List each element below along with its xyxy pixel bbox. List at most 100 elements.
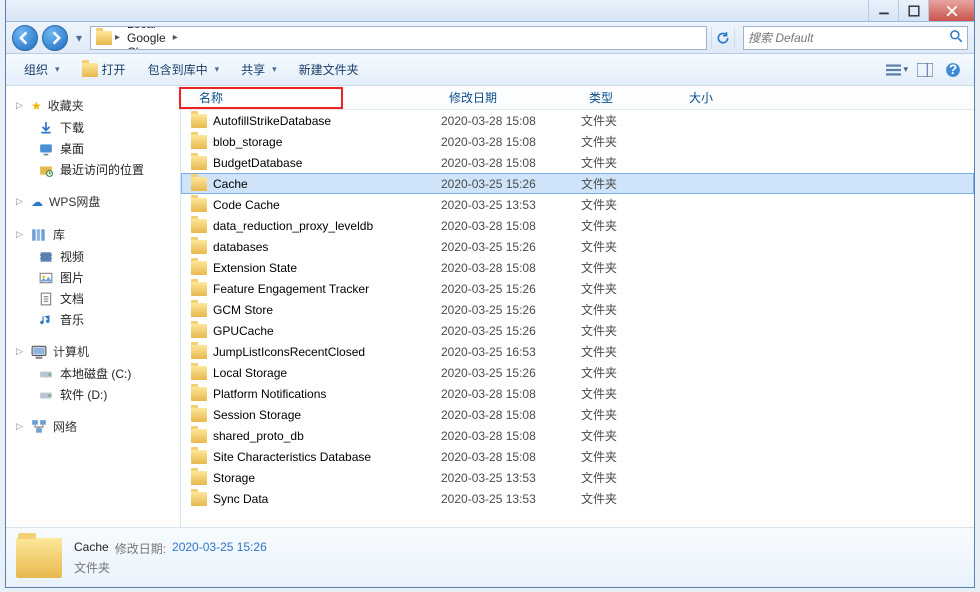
sidebar-network[interactable]: ▷网络 (6, 415, 180, 438)
column-type[interactable]: 类型 (581, 89, 681, 106)
preview-pane-icon[interactable] (914, 59, 936, 81)
sidebar-item[interactable]: 最近访问的位置 (34, 159, 180, 180)
table-row[interactable]: Code Cache2020-03-25 13:53文件夹 (181, 194, 974, 215)
table-row[interactable]: Cache2020-03-25 15:26文件夹 (181, 173, 974, 194)
search-icon[interactable] (949, 29, 963, 46)
body: ▷★收藏夹 下载桌面最近访问的位置 ▷☁WPS网盘 ▷库 视频图片文档音乐 ▷计… (6, 86, 974, 527)
table-row[interactable]: Extension State2020-03-28 15:08文件夹 (181, 257, 974, 278)
sidebar-item[interactable]: 桌面 (34, 138, 180, 159)
file-date: 2020-03-28 15:08 (441, 408, 581, 422)
organize-button[interactable]: 组织 (16, 58, 68, 81)
sidebar-item[interactable]: 音乐 (34, 309, 180, 330)
table-row[interactable]: data_reduction_proxy_leveldb2020-03-28 1… (181, 215, 974, 236)
folder-icon (191, 428, 207, 444)
sidebar-wps[interactable]: ▷☁WPS网盘 (6, 190, 180, 213)
sidebar-item[interactable]: 视频 (34, 246, 180, 267)
file-name: Feature Engagement Tracker (213, 282, 369, 296)
minimize-button[interactable] (868, 0, 898, 21)
sidebar-item[interactable]: 本地磁盘 (C:) (34, 363, 180, 384)
sidebar-libraries-header[interactable]: ▷库 (6, 223, 180, 246)
recent-icon (38, 162, 54, 178)
sidebar-item[interactable]: 软件 (D:) (34, 384, 180, 405)
folder-icon (191, 344, 207, 360)
sidebar-item[interactable]: 文档 (34, 288, 180, 309)
details-type: 文件夹 (74, 559, 110, 576)
breadcrumb-segment[interactable]: Chrome (122, 45, 175, 50)
details-mod-label: 修改日期: (115, 540, 166, 557)
file-name: Cache (213, 177, 248, 191)
table-row[interactable]: Session Storage2020-03-28 15:08文件夹 (181, 404, 974, 425)
address-bar: ▾ ▸ Administrator▸AppData▸Local▸Google▸C… (6, 22, 974, 54)
chevron-right-icon[interactable]: ▸ (113, 32, 122, 43)
table-row[interactable]: JumpListIconsRecentClosed2020-03-25 16:5… (181, 341, 974, 362)
forward-button[interactable] (42, 25, 68, 51)
table-row[interactable]: Feature Engagement Tracker 2020-03-25 15:… (181, 278, 974, 299)
table-row[interactable]: shared_proto_db2020-03-28 15:08文件夹 (181, 425, 974, 446)
file-type: 文件夹 (581, 154, 681, 171)
file-rows[interactable]: AutofillStrikeDatabase2020-03-28 15:08文件… (181, 110, 974, 527)
table-row[interactable]: AutofillStrikeDatabase2020-03-28 15:08文件… (181, 110, 974, 131)
library-icon (31, 227, 47, 243)
table-row[interactable]: Storage2020-03-25 13:53文件夹 (181, 467, 974, 488)
back-button[interactable] (12, 25, 38, 51)
sidebar-favorites-header[interactable]: ▷★收藏夹 (6, 94, 180, 117)
file-name: databases (213, 240, 268, 254)
search-box[interactable] (743, 26, 968, 50)
table-row[interactable]: Site Characteristics Database2020-03-28 … (181, 446, 974, 467)
table-row[interactable]: GPUCache2020-03-25 15:26文件夹 (181, 320, 974, 341)
file-type: 文件夹 (581, 133, 681, 150)
open-icon (82, 62, 98, 78)
breadcrumb[interactable]: ▸ Administrator▸AppData▸Local▸Google▸Chr… (90, 26, 707, 50)
file-date: 2020-03-25 15:26 (441, 240, 581, 254)
folder-icon (191, 449, 207, 465)
new-folder-button[interactable]: 新建文件夹 (291, 58, 367, 81)
sidebar-wps-label: WPS网盘 (49, 193, 100, 210)
navigation-pane[interactable]: ▷★收藏夹 下载桌面最近访问的位置 ▷☁WPS网盘 ▷库 视频图片文档音乐 ▷计… (6, 86, 181, 527)
table-row[interactable]: BudgetDatabase2020-03-28 15:08文件夹 (181, 152, 974, 173)
sidebar-computer-header[interactable]: ▷计算机 (6, 340, 180, 363)
file-date: 2020-03-28 15:08 (441, 261, 581, 275)
view-options-icon[interactable]: ▾ (886, 59, 908, 81)
close-button[interactable] (928, 0, 974, 21)
maximize-button[interactable] (898, 0, 928, 21)
table-row[interactable]: Sync Data2020-03-25 13:53文件夹 (181, 488, 974, 509)
refresh-button[interactable] (711, 27, 735, 49)
table-row[interactable]: GCM Store2020-03-25 15:26文件夹 (181, 299, 974, 320)
column-name[interactable]: 名称 (191, 89, 441, 106)
file-date: 2020-03-25 13:53 (441, 492, 581, 506)
history-dropdown-icon[interactable]: ▾ (72, 27, 86, 49)
table-row[interactable]: blob_storage2020-03-28 15:08文件夹 (181, 131, 974, 152)
file-name: Local Storage (213, 366, 287, 380)
search-input[interactable] (748, 31, 949, 45)
chevron-right-icon[interactable]: ▸ (171, 32, 180, 43)
table-row[interactable]: databases 2020-03-25 15:26文件夹 (181, 236, 974, 257)
open-button[interactable]: 打开 (74, 58, 134, 81)
file-date: 2020-03-25 15:26 (441, 282, 581, 296)
share-button[interactable]: 共享 (233, 58, 285, 81)
file-type: 文件夹 (581, 385, 681, 402)
chevron-right-icon[interactable]: ▸ (161, 26, 170, 30)
sidebar-item[interactable]: 图片 (34, 267, 180, 288)
column-size[interactable]: 大小 (681, 89, 761, 106)
file-type: 文件夹 (581, 322, 681, 339)
sidebar-libraries-label: 库 (53, 226, 65, 243)
chevron-right-icon[interactable]: ▸ (175, 46, 184, 50)
folder-icon (191, 365, 207, 381)
help-icon[interactable]: ? (942, 59, 964, 81)
include-library-button[interactable]: 包含到库中 (140, 58, 228, 81)
folder-icon (191, 386, 207, 402)
folder-icon (191, 302, 207, 318)
folder-icon (191, 260, 207, 276)
file-type: 文件夹 (581, 238, 681, 255)
sidebar-item-label: 本地磁盘 (C:) (60, 365, 131, 382)
sidebar-item[interactable]: 下载 (34, 117, 180, 138)
file-date: 2020-03-25 13:53 (441, 198, 581, 212)
file-type: 文件夹 (581, 490, 681, 507)
breadcrumb-segment[interactable]: Google (122, 31, 171, 45)
sidebar-item-label: 音乐 (60, 311, 84, 328)
file-name: blob_storage (213, 135, 282, 149)
column-date[interactable]: 修改日期 (441, 89, 581, 106)
table-row[interactable]: Platform Notifications2020-03-28 15:08文件… (181, 383, 974, 404)
table-row[interactable]: Local Storage2020-03-25 15:26文件夹 (181, 362, 974, 383)
picture-icon (38, 270, 54, 286)
